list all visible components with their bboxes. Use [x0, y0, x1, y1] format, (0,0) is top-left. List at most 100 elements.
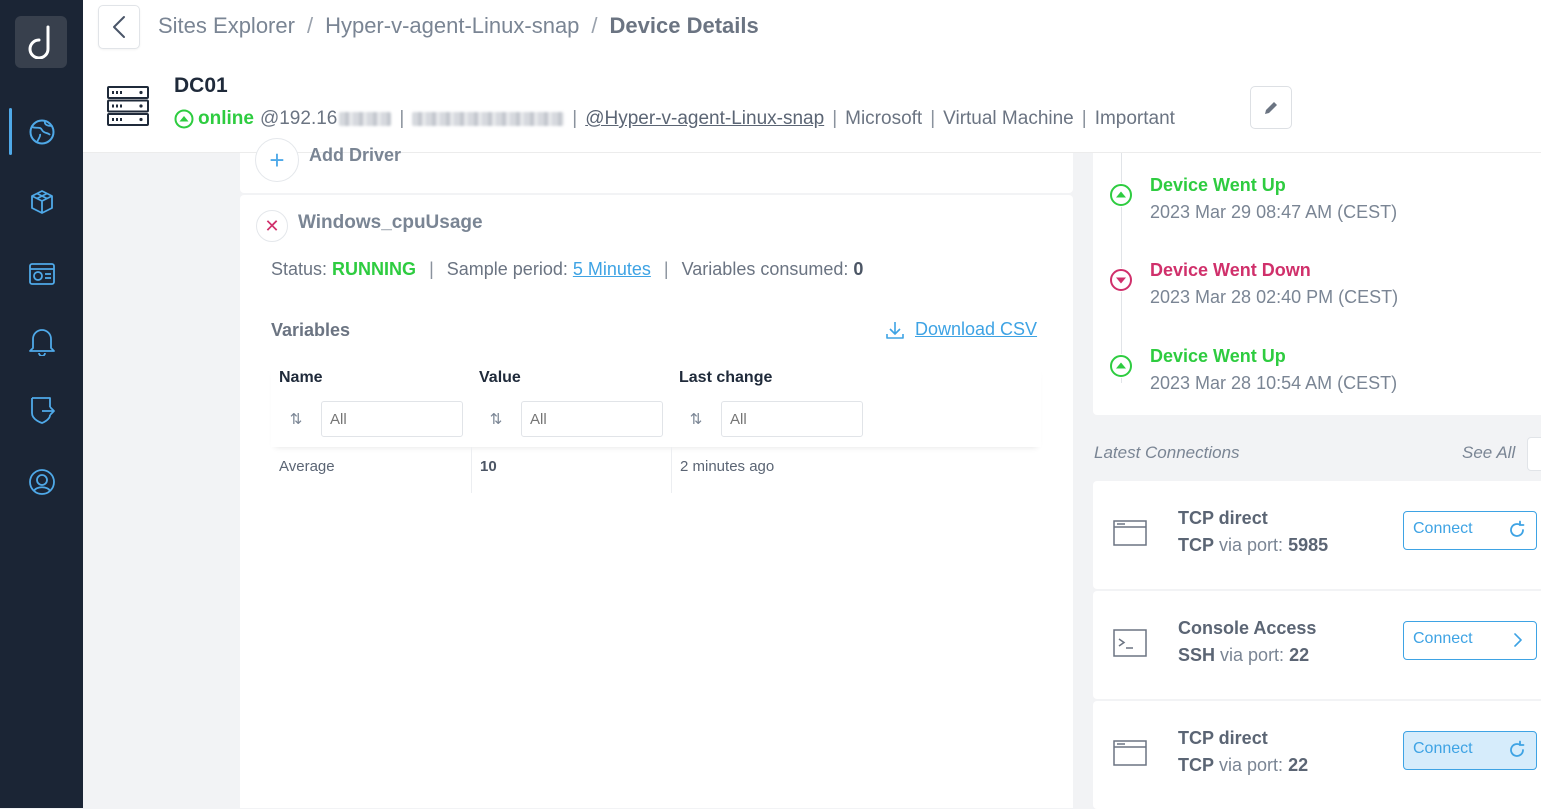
divider: | — [832, 108, 838, 129]
event-time: 2023 Mar 29 08:47 AM (CEST) — [1150, 202, 1398, 222]
status-down-icon — [1109, 268, 1133, 292]
cell-name: Average — [279, 458, 335, 475]
terminal-icon — [1113, 629, 1147, 662]
breadcrumb-separator: / — [591, 13, 598, 38]
device-vendor: Microsoft — [845, 108, 923, 129]
device-site-link[interactable]: @Hyper-v-agent-Linux-snap — [585, 108, 824, 130]
refresh-icon — [1510, 520, 1525, 537]
sort-icon[interactable]: ⇅ — [271, 410, 321, 428]
redacted-mac — [412, 112, 565, 126]
dashboard-icon — [28, 263, 55, 285]
refresh-icon — [1510, 740, 1525, 757]
device-name: DC01 — [174, 74, 228, 97]
events-timeline: Device Went Up 2023 Mar 29 08:47 AM (CES… — [1093, 153, 1541, 415]
plus-icon: + — [269, 144, 285, 175]
connection-card: TCP direct TCP via port: 22 Connect — [1093, 701, 1541, 809]
window-icon — [1113, 739, 1147, 772]
device-meta: online @192.16 | | @Hyper-v-agent-Linux-… — [174, 108, 1175, 130]
app-logo[interactable] — [15, 16, 67, 68]
sidebar-item-alerts[interactable] — [0, 317, 83, 365]
sort-icon[interactable]: ⇅ — [471, 410, 521, 428]
download-icon — [886, 321, 904, 339]
divider: | — [429, 259, 434, 279]
cube-icon — [30, 190, 53, 214]
connection-port: 5985 — [1288, 535, 1329, 555]
driver-name: Windows_cpuUsage — [298, 212, 483, 233]
side-panel-toggle[interactable] — [1527, 437, 1541, 471]
sidebar-item-cube[interactable] — [0, 178, 83, 226]
device-status: online — [198, 108, 254, 129]
connection-details: TCP via port: 22 — [1178, 755, 1308, 776]
divider: | — [930, 108, 936, 129]
server-icon — [107, 86, 149, 131]
event-time: 2023 Mar 28 02:40 PM (CEST) — [1150, 287, 1399, 307]
pencil-icon — [1265, 101, 1277, 114]
vars-consumed-label: Variables consumed: — [681, 259, 849, 279]
event-title: Device Went Up — [1150, 346, 1286, 366]
page-header: Sites Explorer / Hyper-v-agent-Linux-snap /… — [83, 0, 1541, 153]
remove-driver-button[interactable]: ✕ — [256, 210, 288, 242]
add-driver-panel: + Add Driver — [240, 138, 1073, 193]
connection-via: via port: — [1220, 645, 1285, 665]
sidebar — [0, 0, 83, 808]
sort-icon[interactable]: ⇅ — [671, 410, 721, 428]
device-type: Virtual Machine — [943, 108, 1074, 129]
add-driver-button[interactable]: + — [255, 138, 299, 182]
connect-label: Connect — [1413, 740, 1473, 757]
column-title: Value — [479, 369, 521, 386]
sidebar-item-shield[interactable] — [0, 386, 83, 434]
download-csv-label: Download CSV — [915, 319, 1038, 339]
connect-button[interactable]: Connect — [1403, 511, 1537, 550]
name-filter-input[interactable] — [321, 401, 463, 437]
shield-export-icon — [30, 397, 55, 424]
breadcrumb-separator: / — [306, 13, 314, 38]
event-title: Device Went Up — [1150, 175, 1286, 195]
connection-protocol: TCP — [1178, 535, 1214, 555]
column-title: Last change — [679, 369, 773, 386]
chevron-left-icon — [113, 16, 125, 38]
column-name: Name ⇅ — [271, 365, 471, 437]
variables-table-header: Name ⇅ Value ⇅ Last change ⇅ — [271, 365, 1041, 447]
driver-status-line: Status: RUNNING | Sample period: 5 Minut… — [271, 259, 863, 280]
sidebar-item-support[interactable] — [0, 458, 83, 506]
divider: | — [572, 108, 578, 129]
connect-button[interactable]: Connect — [1403, 731, 1537, 770]
edit-device-button[interactable] — [1250, 86, 1292, 129]
connection-via: via port: — [1219, 755, 1284, 775]
sample-period-link[interactable]: 5 Minutes — [573, 259, 651, 279]
column-value: Value ⇅ — [471, 365, 671, 437]
connection-port: 22 — [1288, 755, 1309, 775]
globe-icon — [29, 119, 54, 145]
device-ip: @192.16 — [259, 108, 338, 129]
table-row[interactable]: Average 10 2 minutes ago — [271, 447, 1041, 493]
connection-details: SSH via port: 22 — [1178, 645, 1309, 666]
redacted-ip — [339, 112, 392, 126]
connect-button[interactable]: Connect — [1403, 621, 1537, 660]
breadcrumb-item-sites-explorer[interactable]: Sites Explorer — [158, 13, 295, 38]
connection-card: Console Access SSH via port: 22 Connect — [1093, 591, 1541, 699]
see-all-link[interactable]: See All — [1462, 443, 1515, 463]
download-csv-link[interactable]: Download CSV — [885, 319, 1037, 340]
status-up-icon — [1109, 183, 1133, 207]
driver-panel: ✕ Windows_cpuUsage Status: RUNNING | Sam… — [240, 195, 1073, 808]
sidebar-item-dashboard[interactable] — [0, 250, 83, 298]
latest-connections-title: Latest Connections — [1094, 443, 1240, 462]
divider: | — [663, 259, 669, 279]
breadcrumb-item-site[interactable]: Hyper-v-agent-Linux-snap — [325, 13, 579, 38]
connect-label: Connect — [1413, 520, 1473, 537]
chevron-right-icon — [1514, 633, 1522, 647]
breadcrumb: Sites Explorer / Hyper-v-agent-Linux-snap /… — [158, 13, 759, 39]
last-change-filter-input[interactable] — [721, 401, 863, 437]
back-button[interactable] — [98, 5, 140, 49]
divider: | — [399, 108, 405, 129]
column-last-change: Last change ⇅ — [671, 365, 871, 437]
vars-consumed-value: 0 — [853, 259, 864, 279]
connection-protocol: TCP — [1178, 755, 1214, 775]
value-filter-input[interactable] — [521, 401, 663, 437]
sidebar-item-globe[interactable] — [0, 108, 83, 156]
add-driver-label[interactable]: Add Driver — [309, 145, 401, 166]
event-time: 2023 Mar 28 10:54 AM (CEST) — [1150, 373, 1398, 393]
close-icon: ✕ — [264, 215, 280, 236]
logo-icon — [28, 25, 50, 59]
connect-label: Connect — [1413, 630, 1473, 647]
